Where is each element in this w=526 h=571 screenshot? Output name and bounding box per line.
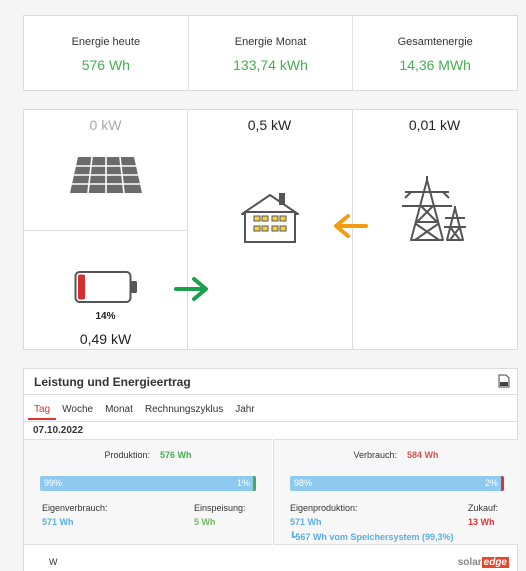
chart-unit-label: W bbox=[49, 557, 58, 567]
tab-day[interactable]: Tag bbox=[28, 404, 57, 420]
self-consumption-percent: 99% bbox=[44, 478, 63, 488]
self-production-label: Eigenproduktion: bbox=[290, 503, 358, 513]
purchase-percent: 2% bbox=[484, 478, 498, 488]
feed-in-percent: 1% bbox=[236, 478, 250, 488]
stat-energy-total: Gesamtenergie 14,36 MWh bbox=[352, 16, 517, 90]
stat-label: Gesamtenergie bbox=[397, 36, 473, 48]
consumption-title: Verbrauch: 584 Wh bbox=[274, 450, 518, 460]
production-title: Produktion: 576 Wh bbox=[24, 450, 272, 460]
storage-note: ┗567 Wh vom Speichersystem (99,3%) bbox=[290, 532, 454, 543]
stat-label: Energie Monat bbox=[234, 36, 307, 48]
tab-billing-cycle[interactable]: Rechnungszyklus bbox=[139, 404, 229, 420]
period-tabs: Tag Woche Monat Rechnungszyklus Jahr bbox=[28, 404, 261, 420]
purchase-value: 13 Wh bbox=[468, 517, 495, 527]
battery-power-value: 0,49 kW bbox=[79, 331, 132, 347]
battery-percent: 14% bbox=[95, 311, 116, 322]
stat-energy-today: Energie heute 576 Wh bbox=[24, 16, 188, 90]
self-consumption-value: 571 Wh bbox=[42, 517, 74, 527]
power-tower-icon bbox=[402, 176, 466, 241]
production-panel: Produktion: 576 Wh 99% 1% Eigenverbrauch:… bbox=[24, 439, 272, 545]
stat-value: 133,74 kWh bbox=[233, 57, 308, 73]
consumption-panel: Verbrauch: 584 Wh 98% 2% Eigenproduktion:… bbox=[273, 439, 518, 545]
consumption-value: 584 Wh bbox=[407, 450, 439, 460]
logo-part-1: solar bbox=[457, 557, 482, 568]
solar-panel-icon bbox=[70, 156, 142, 194]
production-label: Produktion: bbox=[104, 450, 150, 460]
stat-value: 14,36 MWh bbox=[399, 57, 471, 73]
purchase-label: Zukauf: bbox=[468, 503, 499, 513]
consumption-label: Verbrauch: bbox=[353, 450, 397, 460]
divider bbox=[187, 110, 188, 349]
house-icon bbox=[241, 193, 299, 243]
csv-export-icon[interactable] bbox=[498, 374, 510, 388]
power-flow-card: 0 kW 0,5 kW 0,01 kW 14% 0,49 kW bbox=[23, 109, 518, 350]
pv-power-value: 0 kW bbox=[89, 117, 122, 133]
consumption-bar: 98% 2% bbox=[290, 476, 504, 491]
feed-in-label: Einspeisung: bbox=[194, 503, 246, 513]
home-power-value: 0,5 kW bbox=[247, 117, 292, 133]
logo-part-2: edge bbox=[481, 557, 509, 568]
feed-in-value: 5 Wh bbox=[194, 517, 216, 527]
battery-icon bbox=[74, 271, 137, 303]
tab-week[interactable]: Woche bbox=[56, 404, 99, 420]
self-production-value: 571 Wh bbox=[290, 517, 322, 527]
stat-energy-month: Energie Monat 133,74 kWh bbox=[187, 16, 353, 90]
stat-label: Energie heute bbox=[71, 36, 141, 48]
feed-in-segment bbox=[253, 476, 256, 491]
energy-production-card: Leistung und Energieertrag Tag Woche Mon… bbox=[23, 368, 518, 571]
arrow-right-icon bbox=[174, 277, 208, 301]
tab-year[interactable]: Jahr bbox=[229, 404, 260, 420]
tab-month[interactable]: Monat bbox=[99, 404, 139, 420]
card-title: Leistung und Energieertrag bbox=[34, 375, 191, 389]
self-consumption-label: Eigenverbrauch: bbox=[42, 503, 108, 513]
grid-power-value: 0,01 kW bbox=[408, 117, 461, 133]
solaredge-logo: solar edge bbox=[458, 557, 509, 568]
divider bbox=[24, 394, 517, 395]
purchase-segment bbox=[501, 476, 504, 491]
arrow-left-icon bbox=[334, 214, 368, 238]
divider bbox=[24, 421, 517, 422]
divider bbox=[24, 230, 187, 231]
energy-stats-card: Energie heute 576 Wh Energie Monat 133,7… bbox=[23, 15, 518, 91]
date-label: 07.10.2022 bbox=[33, 425, 84, 436]
production-value: 576 Wh bbox=[160, 450, 192, 460]
storage-note-text: 567 Wh vom Speichersystem (99,3%) bbox=[295, 532, 454, 542]
self-production-percent: 98% bbox=[294, 478, 313, 488]
stat-value: 576 Wh bbox=[81, 57, 130, 73]
production-bar: 99% 1% bbox=[40, 476, 256, 491]
